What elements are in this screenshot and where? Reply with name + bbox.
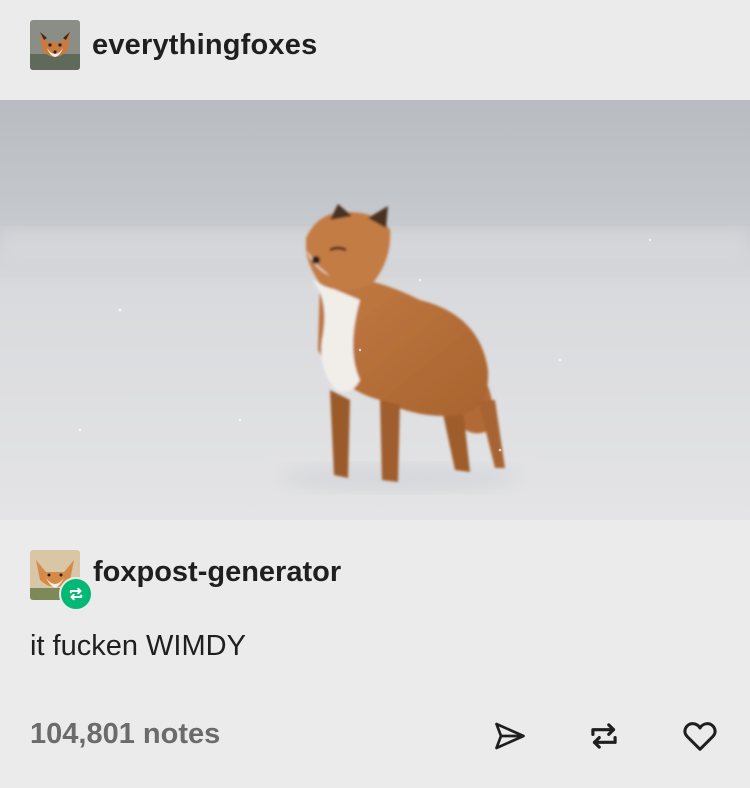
post-photo [0,100,750,520]
fox-in-snow-image [0,100,750,520]
notes-count[interactable]: 104,801 notes [30,718,220,751]
fox-avatar-image [30,20,80,70]
reblog-icon [591,723,617,749]
like-button[interactable] [678,714,722,758]
post-body-text: it fucken WIMDY [30,630,246,662]
share-icon [495,722,525,750]
blog-avatar[interactable] [30,20,80,70]
post-header: everythingfoxes [30,19,317,71]
heart-icon [683,722,717,751]
reblog-blog-name[interactable]: foxpost-generator [93,556,341,589]
reblog-row [30,548,93,611]
reblog-button[interactable] [582,714,626,758]
blog-name[interactable]: everythingfoxes [92,29,317,62]
reblog-avatar-wrap[interactable] [30,548,93,611]
share-button[interactable] [488,714,532,758]
reblog-badge-icon [59,577,93,611]
tumblr-post: everythingfoxes foxpost-generator it fuc… [0,0,750,788]
